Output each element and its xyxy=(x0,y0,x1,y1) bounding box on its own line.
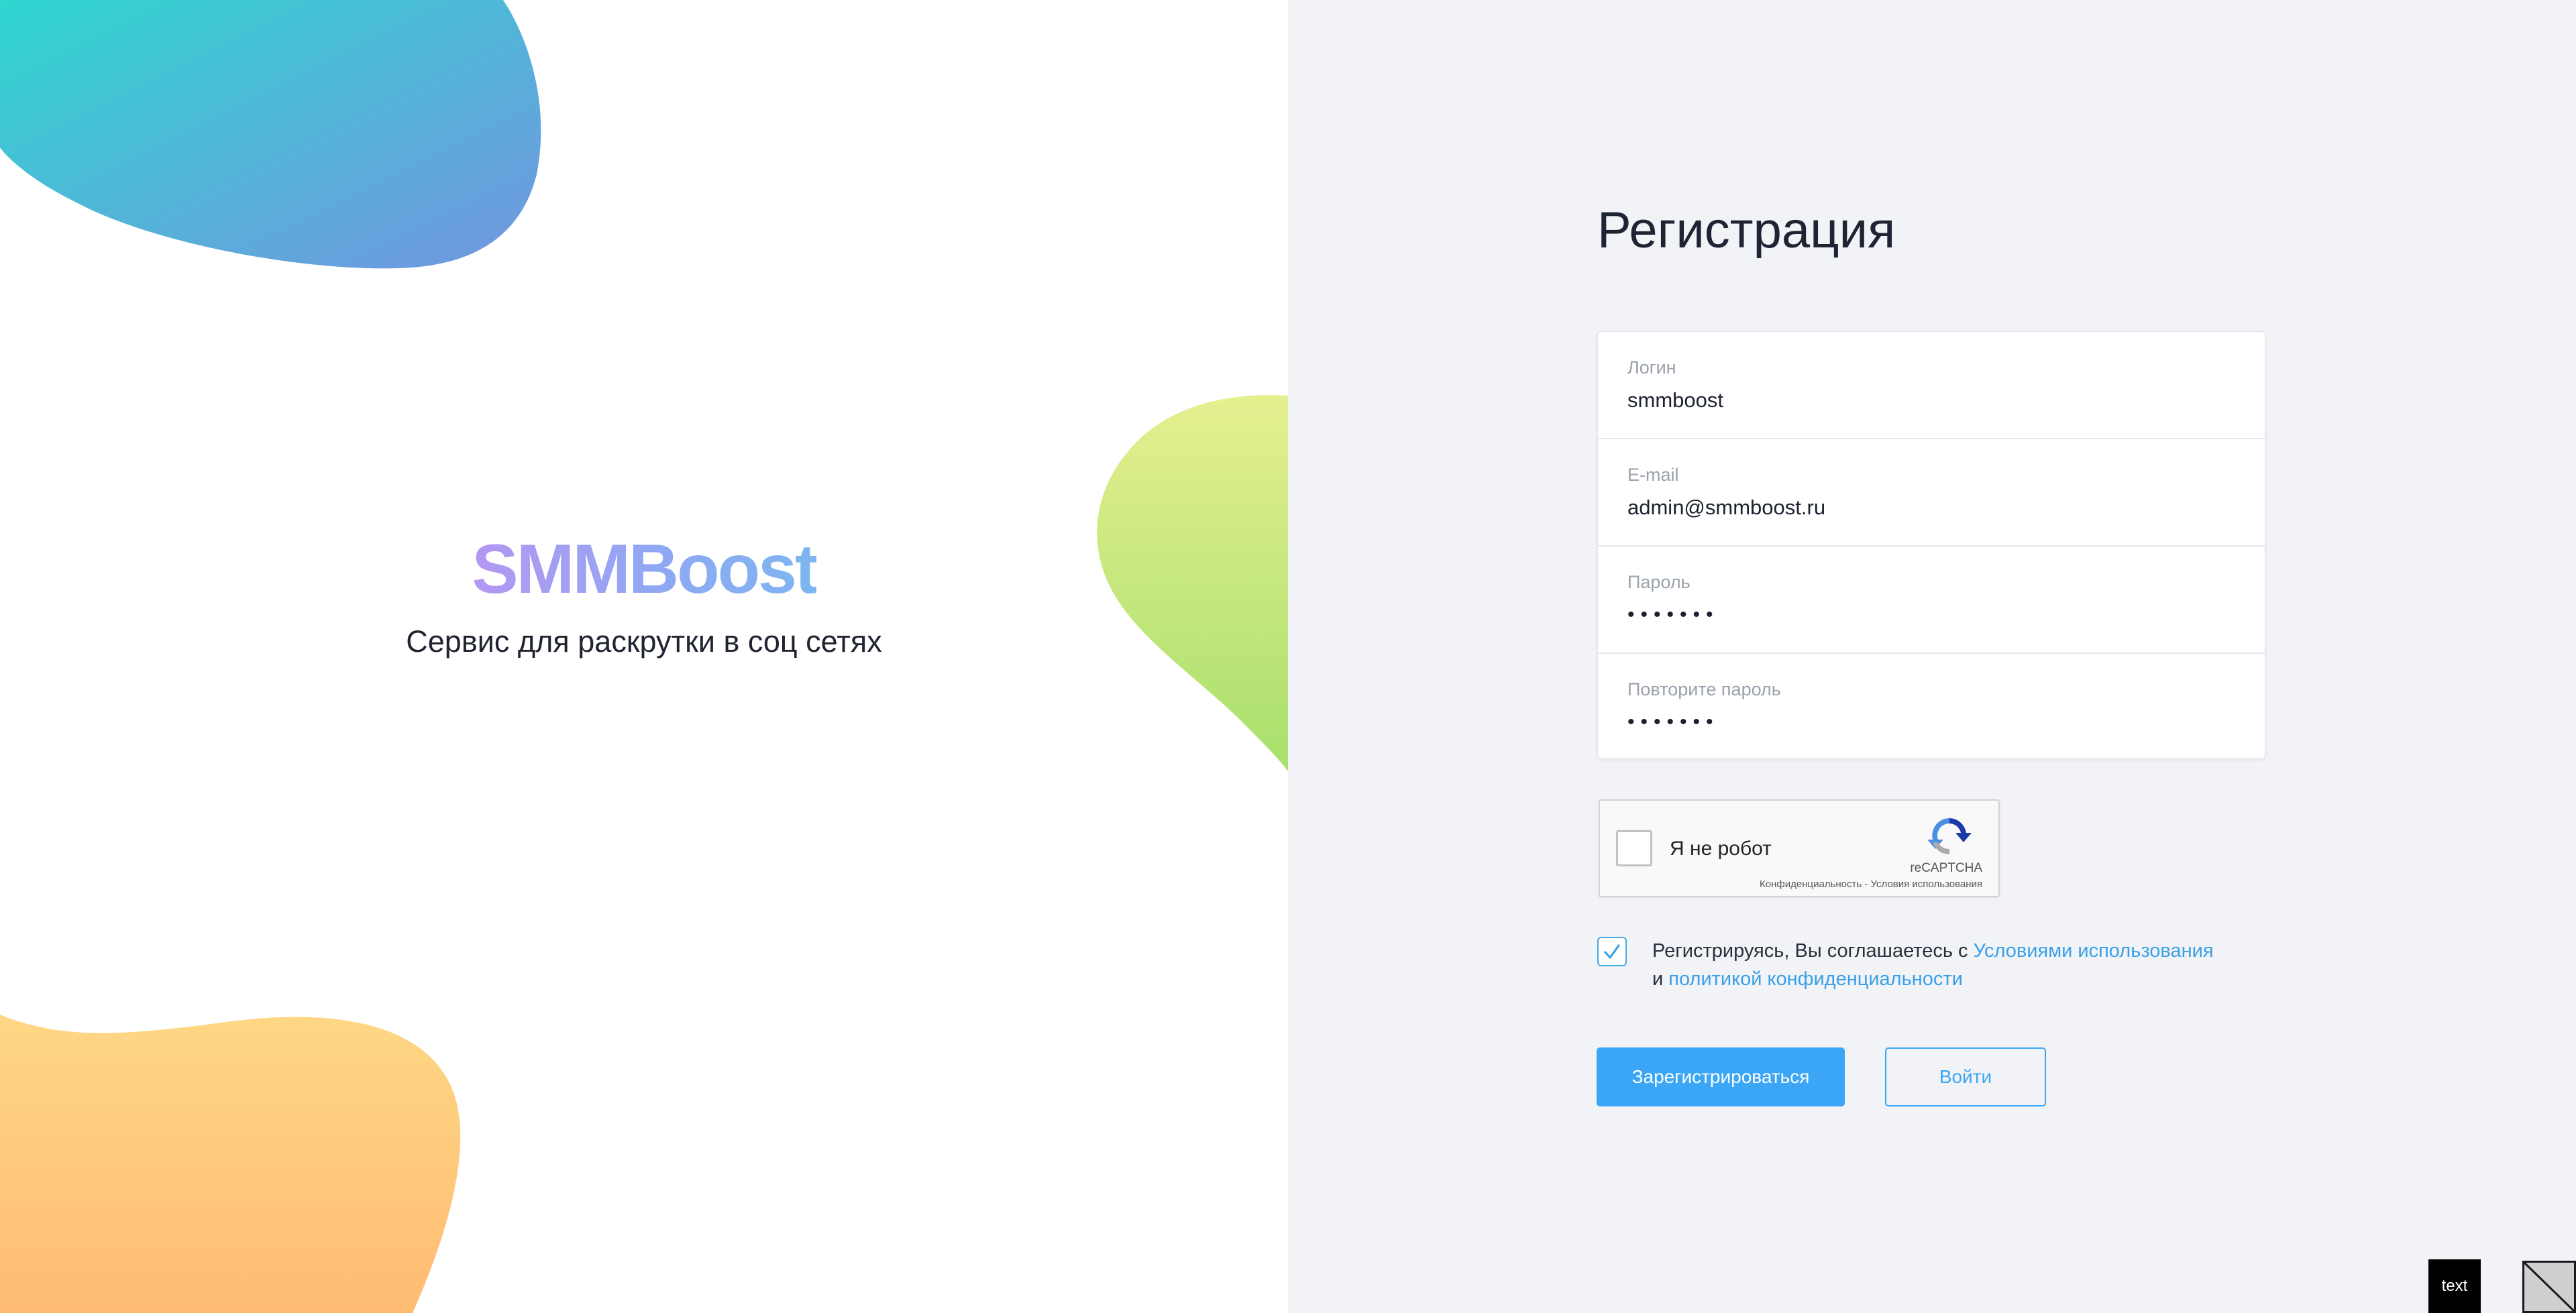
login-field[interactable]: Логин smmboost xyxy=(1598,332,2265,439)
recaptcha-brand: reCAPTCHA xyxy=(1910,861,1982,875)
recaptcha-icon xyxy=(1927,818,1972,855)
terms-text-and: и xyxy=(1652,968,1669,990)
registration-form: Логин smmboost E-mail admin@smmboost.ru … xyxy=(1597,331,2265,759)
corner-text-badge: text xyxy=(2428,1259,2481,1313)
recaptcha-label: Я не робот xyxy=(1670,838,1772,860)
password-field[interactable]: Пароль ••••••• xyxy=(1598,547,2265,654)
repeat-password-field[interactable]: Повторите пароль ••••••• xyxy=(1598,654,2265,761)
logo: SMMBoost xyxy=(472,530,818,608)
terms-text: Регистрируясь, Вы соглашаетесь с Условия… xyxy=(1652,937,2214,993)
email-field[interactable]: E-mail admin@smmboost.ru xyxy=(1598,439,2265,547)
terms-checkbox[interactable] xyxy=(1597,937,1627,966)
login-button[interactable]: Войти xyxy=(1885,1047,2046,1106)
checkmark-icon xyxy=(1604,944,1620,959)
login-input[interactable]: smmboost xyxy=(1627,388,2235,412)
privacy-link[interactable]: политикой конфиденциальности xyxy=(1668,968,1963,990)
orange-blob-decoration xyxy=(0,1015,461,1313)
terms-text-before: Регистрируясь, Вы соглашаетесь с xyxy=(1652,940,1974,962)
login-label: Логин xyxy=(1627,357,1676,378)
recaptcha-checkbox[interactable] xyxy=(1616,830,1652,866)
recaptcha-widget: Я не робот reCAPTCHA Конфиденциальность … xyxy=(1599,799,2000,897)
terms-link[interactable]: Условиями использования xyxy=(1974,940,2214,962)
tagline: Сервис для раскрутки в соц сетях xyxy=(406,624,882,659)
recaptcha-links[interactable]: Конфиденциальность - Условия использован… xyxy=(1760,878,1982,890)
password-input[interactable]: ••••••• xyxy=(1627,603,2235,627)
repeat-password-label: Повторите пароль xyxy=(1627,679,1781,699)
email-input[interactable]: admin@smmboost.ru xyxy=(1627,496,2235,520)
password-label: Пароль xyxy=(1627,572,1690,592)
repeat-password-input[interactable]: ••••••• xyxy=(1627,710,2235,734)
page-title: Регистрация xyxy=(1597,202,1896,259)
register-button[interactable]: Зарегистрироваться xyxy=(1597,1047,1845,1106)
email-label: E-mail xyxy=(1627,465,1679,485)
brand-block: SMMBoost Сервис для раскрутки в соц сетя… xyxy=(0,530,1288,659)
image-placeholder-icon xyxy=(2522,1261,2576,1313)
brand-panel: SMMBoost Сервис для раскрутки в соц сетя… xyxy=(0,0,1288,1313)
teal-blob-decoration xyxy=(0,0,541,269)
